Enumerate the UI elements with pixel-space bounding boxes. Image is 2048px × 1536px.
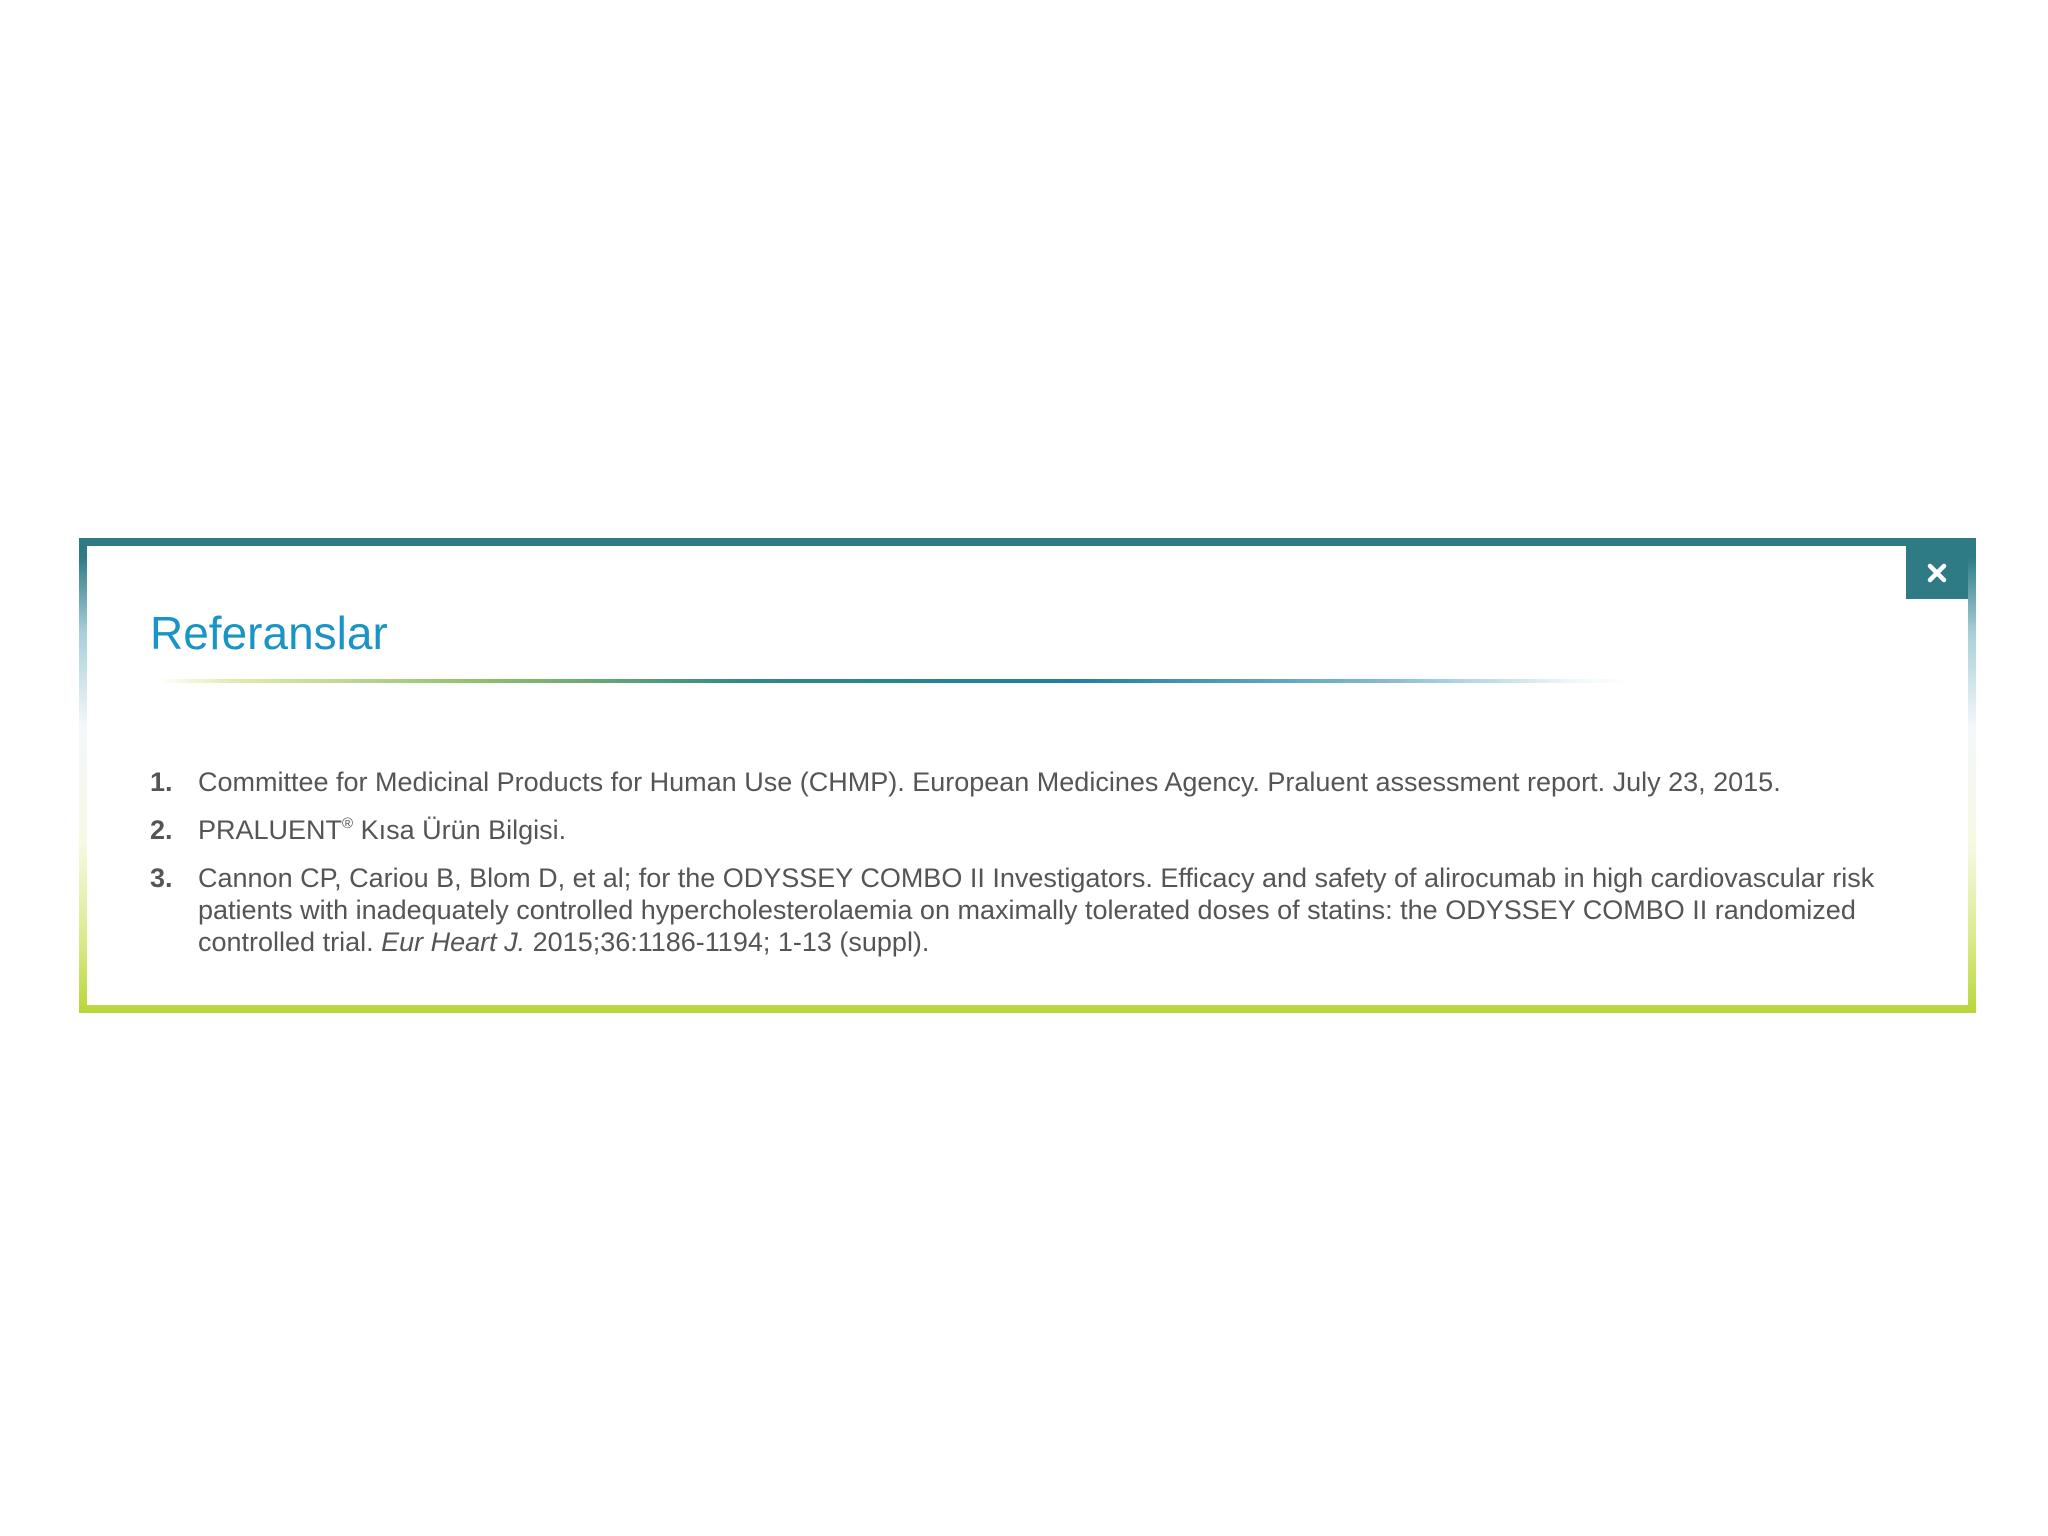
reference-text: PRALUENT® Kısa Ürün Bilgisi. — [198, 815, 566, 845]
reference-item-2: 2. PRALUENT® Kısa Ürün Bilgisi. — [150, 814, 1910, 846]
page: Referanslar 1. Committee for Medicinal P… — [0, 0, 2048, 1536]
reference-item-3: 3. Cannon CP, Cariou B, Blom D, et al; f… — [150, 862, 1910, 958]
modal-title: Referanslar — [150, 607, 388, 659]
reference-item-1: 1. Committee for Medicinal Products for … — [150, 766, 1910, 798]
product-name: PRALUENT — [198, 815, 343, 845]
reference-text: Cannon CP, Cariou B, Blom D, et al; for … — [198, 863, 1874, 957]
journal-name: Eur Heart J. — [381, 927, 526, 957]
reference-citation: 2015;36:1186-1194; 1-13 (suppl). — [525, 927, 930, 957]
reference-number: 3. — [150, 863, 173, 893]
references-modal: Referanslar 1. Committee for Medicinal P… — [79, 538, 1976, 1013]
reference-text-rest: Kısa Ürün Bilgisi. — [353, 815, 567, 845]
reference-text: Committee for Medicinal Products for Hum… — [198, 767, 1781, 797]
title-divider — [157, 679, 1632, 683]
close-icon — [1927, 563, 1947, 582]
close-button[interactable] — [1906, 546, 1968, 599]
modal-content: Referanslar 1. Committee for Medicinal P… — [87, 546, 1968, 1005]
reference-list: 1. Committee for Medicinal Products for … — [150, 766, 1910, 974]
registered-mark: ® — [342, 815, 354, 832]
reference-number: 2. — [150, 815, 173, 845]
reference-number: 1. — [150, 767, 173, 797]
